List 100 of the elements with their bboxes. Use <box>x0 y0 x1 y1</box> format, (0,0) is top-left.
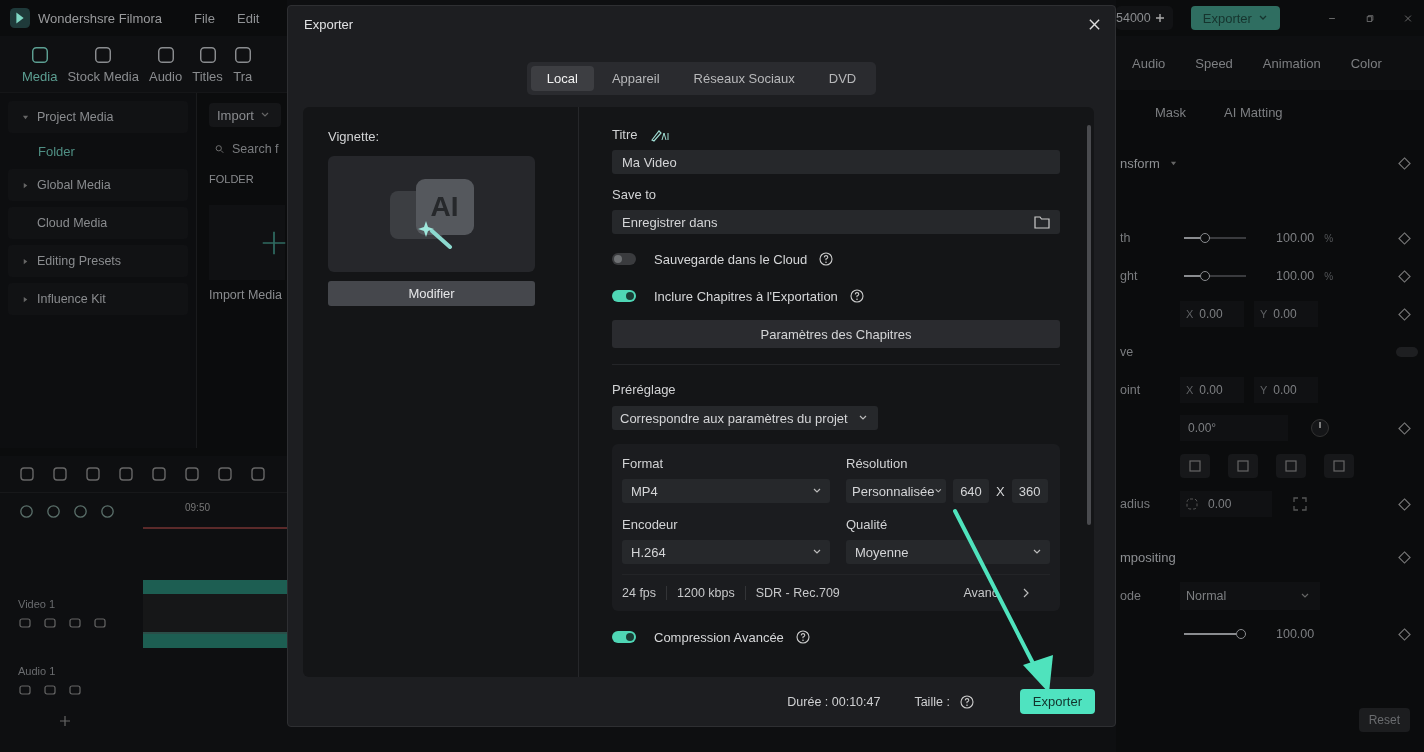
chapter-settings-button[interactable]: Paramètres des Chapitres <box>612 320 1060 348</box>
blend-mode-dropdown[interactable]: Normal <box>1180 582 1320 610</box>
track-control-icon[interactable] <box>18 616 32 630</box>
toggle-switch[interactable] <box>612 631 636 643</box>
width-field[interactable]: 640 <box>953 479 989 503</box>
sidebar-item[interactable]: Global Media <box>8 169 188 201</box>
keyframe-icon[interactable] <box>1397 269 1411 283</box>
inspector-tab[interactable]: Animation <box>1262 55 1321 71</box>
scrollbar[interactable] <box>1087 125 1091 525</box>
track-tool-icon[interactable] <box>72 502 89 520</box>
corner-icon[interactable] <box>1292 496 1308 512</box>
field-label: Format <box>622 456 665 471</box>
video-clip[interactable] <box>143 580 287 648</box>
toolbar-icon[interactable] <box>51 465 69 483</box>
keyframe-icon[interactable] <box>1397 550 1411 564</box>
number-field[interactable]: X 0.00 <box>1180 301 1244 327</box>
field-label: Qualité <box>846 517 889 532</box>
keyframe-icon[interactable] <box>1397 231 1411 245</box>
resolution-dropdown[interactable]: Personnalisée <box>846 479 946 503</box>
toolbar-icon[interactable] <box>150 465 168 483</box>
square-icon <box>29 44 50 65</box>
inspector-tab[interactable]: Speed <box>1195 55 1233 71</box>
sidebar-item[interactable]: Cloud Media <box>8 207 188 239</box>
track-control-icon[interactable] <box>68 683 82 697</box>
credits-badge[interactable]: 54000 <box>1116 6 1173 30</box>
track-control-icon[interactable] <box>68 616 82 630</box>
flip-rotate-icon[interactable] <box>1324 454 1354 478</box>
keyframe-icon[interactable] <box>1397 421 1411 435</box>
height-field[interactable]: 360 <box>1011 479 1048 503</box>
track-control-icon[interactable] <box>18 683 32 697</box>
toolbar-icon[interactable] <box>216 465 234 483</box>
unit-label: % <box>1324 270 1334 282</box>
flip-rotate-icon[interactable] <box>1276 454 1306 478</box>
export-tab[interactable]: Local <box>530 66 594 91</box>
reset-button[interactable]: Reset <box>1358 708 1410 732</box>
search-field[interactable]: Search f <box>232 142 287 156</box>
menu-item[interactable]: File <box>194 10 215 26</box>
preset-dropdown[interactable]: Correspondre aux paramètres du projet <box>612 406 878 430</box>
save-path-field[interactable]: Enregistrer dans <box>612 210 1060 234</box>
toolbar-icon[interactable] <box>84 465 102 483</box>
track-tool-icon[interactable] <box>99 502 116 520</box>
encoder-dropdown[interactable]: H.264 <box>622 540 830 564</box>
media-tab[interactable]: Tra <box>232 44 253 84</box>
format-dropdown[interactable]: MP4 <box>622 479 830 503</box>
track-control-icon[interactable] <box>43 683 57 697</box>
inspector-tab[interactable]: Color <box>1350 55 1382 71</box>
track-tool-icon[interactable] <box>18 502 35 520</box>
number-field[interactable]: 0.00 <box>1180 491 1272 517</box>
track-tool-icon[interactable] <box>45 502 62 520</box>
keyframe-icon[interactable] <box>1397 627 1411 641</box>
media-tab[interactable]: Media <box>22 44 58 84</box>
track-control-icon[interactable] <box>43 616 57 630</box>
export-button[interactable]: Exporter <box>1019 689 1095 714</box>
number-field[interactable]: Y 0.00 <box>1254 377 1318 403</box>
inspector-subtab[interactable]: Mask <box>1155 105 1187 120</box>
import-media-tile[interactable] <box>209 205 285 280</box>
title-input[interactable]: Ma Video <box>612 150 1060 174</box>
export-tab[interactable]: Réseaux Sociaux <box>677 66 811 91</box>
inspector-tab[interactable]: Audio <box>1132 55 1166 71</box>
flip-rotate-icon[interactable] <box>1228 454 1258 478</box>
folder-icon[interactable] <box>1034 215 1050 229</box>
menu-item[interactable]: Edit <box>237 10 260 26</box>
close-icon[interactable] <box>1088 17 1101 31</box>
quality-dropdown[interactable]: Moyenne <box>846 540 1050 564</box>
toolbar-icon[interactable] <box>183 465 201 483</box>
sidebar-item[interactable]: Influence Kit <box>8 283 188 315</box>
toggle-switch[interactable] <box>612 290 636 302</box>
export-tab[interactable]: Appareil <box>595 66 676 91</box>
keyframe-icon[interactable] <box>1397 307 1411 321</box>
toolbar-icon[interactable] <box>117 465 135 483</box>
help-icon[interactable] <box>795 630 810 644</box>
sidebar-item[interactable]: Project Media <box>8 101 188 133</box>
property-label: adius <box>1120 497 1150 511</box>
toolbar-icon[interactable] <box>18 465 36 483</box>
toolbar-icon[interactable] <box>249 465 267 483</box>
keyframe-icon[interactable] <box>1397 156 1411 170</box>
help-icon[interactable] <box>959 694 974 709</box>
media-tab[interactable]: Stock Media <box>67 44 139 84</box>
number-field[interactable]: Y 0.00 <box>1254 301 1318 327</box>
export-tab[interactable]: DVD <box>812 66 873 91</box>
toggle-switch[interactable] <box>612 253 636 265</box>
modify-button[interactable]: Modifier <box>328 281 535 306</box>
chevron-right-icon[interactable] <box>1022 588 1030 598</box>
add-track-icon[interactable] <box>59 715 71 727</box>
caret-icon[interactable] <box>1169 159 1177 167</box>
track-control-icon[interactable] <box>93 616 107 630</box>
flip-rotate-icon[interactable] <box>1180 454 1210 478</box>
angle-field[interactable]: 0.00° <box>1180 415 1288 441</box>
advanced-link[interactable]: Avanc <box>963 586 998 600</box>
rotation-knob-icon[interactable] <box>1310 418 1330 438</box>
sidebar-item[interactable]: Editing Presets <box>8 245 188 277</box>
keyframe-icon[interactable] <box>1397 497 1411 511</box>
import-dropdown[interactable]: Import <box>209 103 281 127</box>
media-tab[interactable]: Titles <box>192 44 223 84</box>
media-tab[interactable]: Audio <box>148 44 183 84</box>
number-field[interactable]: X 0.00 <box>1180 377 1244 403</box>
sidebar-item[interactable]: Folder <box>8 139 188 163</box>
help-icon[interactable] <box>819 252 834 266</box>
inspector-subtab[interactable]: AI Matting <box>1224 105 1283 120</box>
help-icon[interactable] <box>849 289 864 303</box>
